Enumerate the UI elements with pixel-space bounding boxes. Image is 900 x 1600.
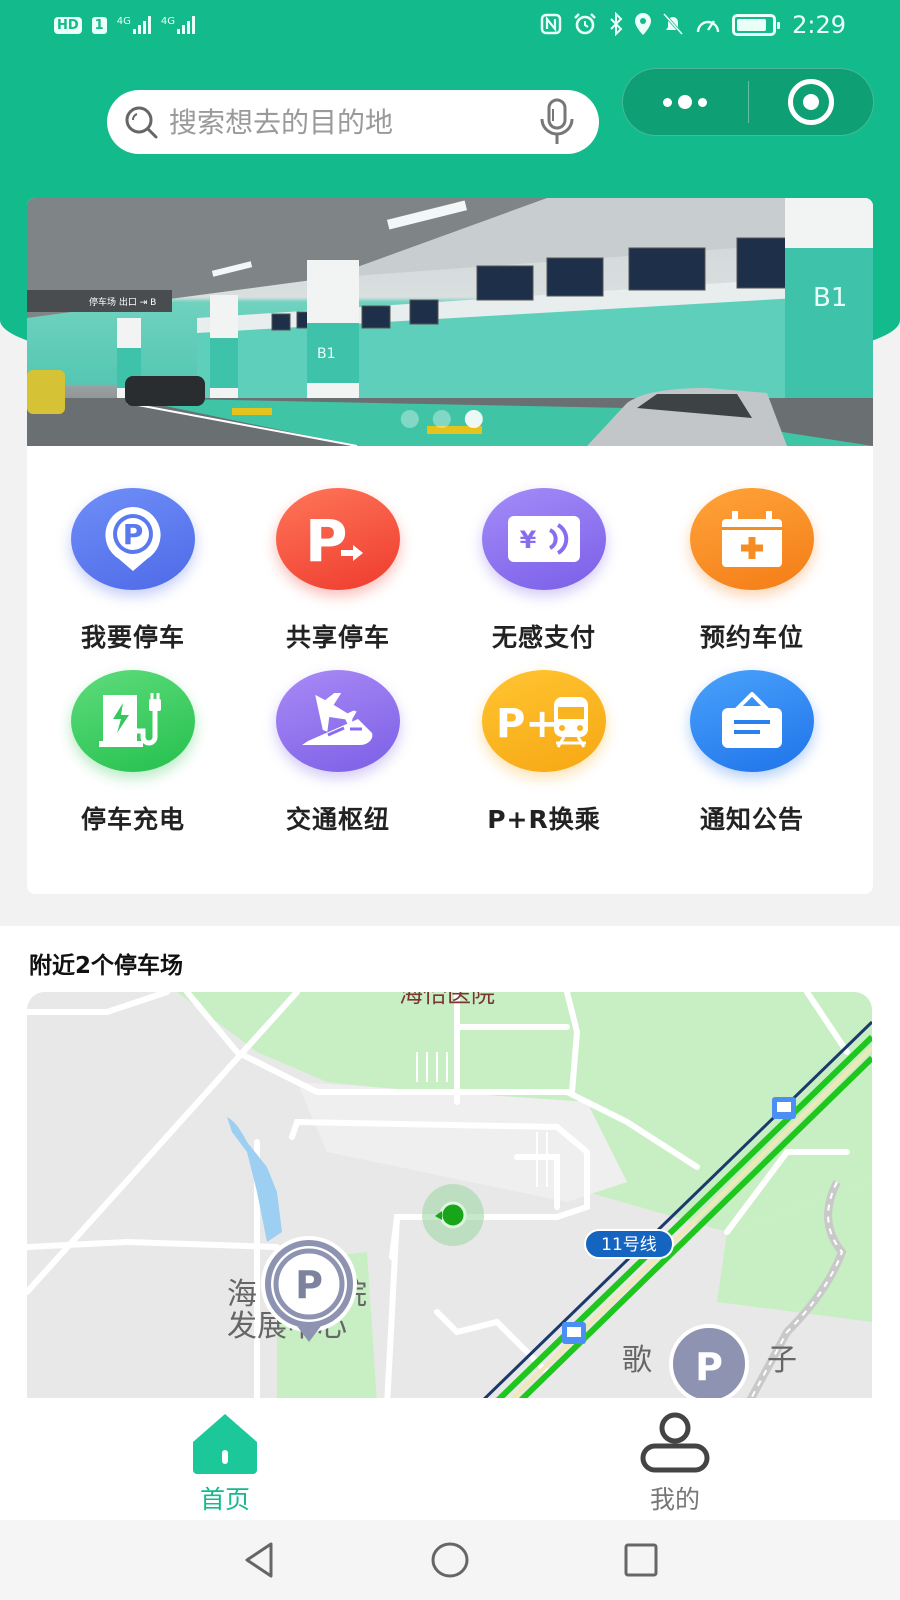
status-right: 2:29 <box>540 11 846 39</box>
grid-item-park-and-ride[interactable]: P+ P+R换乘 <box>439 670 649 836</box>
speed-icon <box>694 12 722 39</box>
mute-icon <box>662 12 684 39</box>
signal-icon-1: 4G <box>117 16 151 34</box>
nearby-parking-section: 附近2个停车场 11号线 海怡医院 海 歌 子 P P <box>0 926 900 1406</box>
metro-station-icon <box>772 1097 796 1119</box>
map-label-center-1: 海 <box>227 1277 257 1312</box>
metro-line-label: 11号线 <box>601 1235 657 1255</box>
mini-program-capsule <box>622 68 874 136</box>
carousel-dot-active[interactable] <box>464 410 483 428</box>
close-mini-program-button[interactable] <box>749 69 874 135</box>
recents-button[interactable] <box>618 1537 664 1583</box>
grid-item-reserve-space[interactable]: 预约车位 <box>647 488 857 654</box>
svg-text:P: P <box>305 509 348 569</box>
map-canvas: 11号线 海怡医院 海 院 发展中心 歌 子 P <box>27 992 872 1406</box>
search-icon <box>125 106 158 139</box>
tab-profile[interactable]: 我的 <box>450 1398 900 1520</box>
location-icon <box>634 12 652 39</box>
nfc-icon <box>540 13 562 38</box>
back-icon <box>245 1542 273 1578</box>
grid-item-ev-charging[interactable]: 停车充电 <box>28 670 238 836</box>
section-title: 附近2个停车场 <box>29 953 184 979</box>
plane-train-icon <box>276 670 400 772</box>
bluetooth-icon <box>608 11 624 39</box>
map-label-hospital: 海怡医院 <box>399 992 495 1008</box>
sim-icon: 1 <box>91 16 107 34</box>
hd-voice-icon: HD <box>54 16 82 34</box>
home-button[interactable] <box>427 1537 473 1583</box>
metro-station-icon <box>562 1322 586 1344</box>
bottom-tab-bar: 首页 我的 <box>0 1398 900 1520</box>
function-grid: P 我要停车 P 共享停车 ¥ 无感支付 预约车位 停车充电 交通枢纽 P+ P… <box>27 446 873 894</box>
svg-text:子: 子 <box>767 1343 797 1378</box>
microphone-icon[interactable] <box>533 97 581 147</box>
clock: 2:29 <box>792 11 846 39</box>
svg-text:B1: B1 <box>813 283 847 313</box>
grid-label: 无感支付 <box>491 623 596 652</box>
svg-text:P: P <box>295 1263 323 1307</box>
banner-image: B1 B1 停车场 出口 ⇥ B <box>27 198 873 446</box>
grid-item-transport-hub[interactable]: 交通枢纽 <box>233 670 443 836</box>
carousel-indicator <box>400 410 483 428</box>
parking-share-arrow-icon: P <box>276 488 400 590</box>
status-left: HD 1 4G 4G <box>54 16 195 34</box>
app-page: HD 1 4G 4G 2:29 搜索想去的目的地 B1 B1 停车场 出口 ⇥ … <box>0 0 900 1600</box>
svg-text:P+: P+ <box>496 701 559 747</box>
notice-board-icon <box>690 670 814 772</box>
grid-label: 交通枢纽 <box>285 805 390 834</box>
parking-map[interactable]: 11号线 海怡医院 海 院 发展中心 歌 子 P <box>27 992 872 1406</box>
carousel-dot[interactable] <box>400 410 419 428</box>
tab-label: 首页 <box>199 1485 250 1514</box>
grid-label: 共享停车 <box>285 623 390 652</box>
grid-label: P+R换乘 <box>487 805 601 834</box>
user-profile-icon <box>640 1412 710 1473</box>
tab-home[interactable]: 首页 <box>0 1398 450 1520</box>
contactless-yuan-card-icon: ¥ <box>482 488 606 590</box>
home-circle-icon <box>431 1542 469 1578</box>
search-input[interactable] <box>169 105 533 139</box>
grid-label: 我要停车 <box>80 623 185 652</box>
battery-icon <box>732 14 781 36</box>
parking-marker[interactable]: P <box>669 1324 749 1404</box>
svg-text:¥: ¥ <box>520 526 537 554</box>
calendar-plus-icon <box>690 488 814 590</box>
status-bar: HD 1 4G 4G 2:29 <box>0 0 900 50</box>
park-and-ride-train-icon: P+ <box>482 670 606 772</box>
svg-text:P: P <box>695 1345 723 1389</box>
banner-carousel[interactable]: B1 B1 停车场 出口 ⇥ B <box>27 198 873 446</box>
recents-square-icon <box>624 1543 658 1577</box>
grid-label: 停车充电 <box>80 805 185 834</box>
ev-charger-icon <box>71 670 195 772</box>
grid-item-notices[interactable]: 通知公告 <box>647 670 857 836</box>
system-navigation-bar <box>0 1520 900 1600</box>
svg-text:B1: B1 <box>317 346 336 362</box>
search-bar[interactable] <box>107 90 599 154</box>
grid-item-park[interactable]: P 我要停车 <box>28 488 238 654</box>
more-dots-icon <box>663 95 708 109</box>
target-circle-icon <box>787 79 834 125</box>
home-icon <box>193 1414 257 1474</box>
signal-icon-2: 4G <box>161 16 195 34</box>
grid-label: 通知公告 <box>699 805 804 834</box>
svg-text:P: P <box>123 518 144 551</box>
grid-item-shared-parking[interactable]: P 共享停车 <box>233 488 443 654</box>
parking-pin-icon: P <box>71 488 195 590</box>
back-button[interactable] <box>236 1537 282 1583</box>
svg-text:停车场 出口 ⇥ B: 停车场 出口 ⇥ B <box>89 296 156 308</box>
more-button[interactable] <box>623 69 748 135</box>
tab-label: 我的 <box>649 1485 700 1514</box>
map-label-bottom-right: 歌 <box>622 1343 652 1378</box>
alarm-icon <box>572 12 598 39</box>
grid-item-contactless-pay[interactable]: ¥ 无感支付 <box>439 488 649 654</box>
grid-label: 预约车位 <box>699 623 804 652</box>
carousel-dot[interactable] <box>432 410 451 428</box>
